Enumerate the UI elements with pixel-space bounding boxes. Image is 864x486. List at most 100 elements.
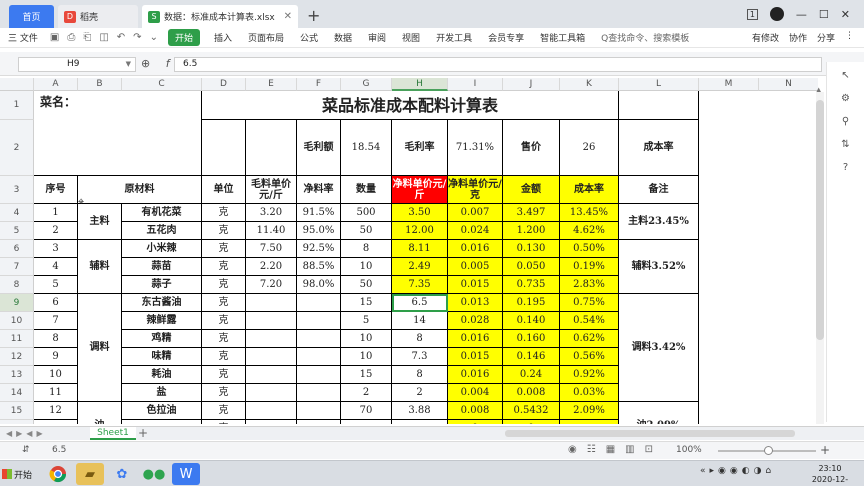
header-net-price-ke[interactable]: 净料单价元/克 [448,176,503,204]
category-aux[interactable]: 辅料 [78,240,122,294]
price-label[interactable]: 售价 [503,120,560,176]
app3-icon[interactable]: ✿ [108,463,136,485]
note-oil[interactable]: 油2.09% [619,402,699,424]
cell-g12[interactable]: 10 [341,348,392,366]
cell-e16[interactable] [246,420,297,424]
cell-i12[interactable]: 0.015 [448,348,503,366]
cell-d14[interactable]: 克 [202,384,246,402]
note-main[interactable]: 主料23.45% [619,204,699,240]
menu-insert[interactable]: 插入 [206,31,240,44]
category-oil[interactable]: 油 [78,402,122,424]
cell-e8[interactable]: 7.20 [246,276,297,294]
cell-a14[interactable]: 11 [34,384,78,402]
cell-k5[interactable]: 4.62% [560,222,619,240]
cell-d13[interactable]: 克 [202,366,246,384]
cell-h11[interactable]: 8 [392,330,448,348]
cell-a10[interactable]: 7 [34,312,78,330]
cell-a15[interactable]: 12 [34,402,78,420]
name-box[interactable]: H9 ▼ [18,57,136,72]
cell-c15[interactable]: 色拉油 [122,402,202,420]
cell-d4[interactable]: 克 [202,204,246,222]
cell-c12[interactable]: 味精 [122,348,202,366]
cell-k13[interactable]: 0.92% [560,366,619,384]
column-header-c[interactable]: C [122,78,202,91]
cell-e13[interactable] [246,366,297,384]
select-all-corner[interactable] [0,78,34,91]
gross-margin-value[interactable]: 71.31% [448,120,503,176]
cell-c10[interactable]: 辣鲜露 [122,312,202,330]
cost-rate-label[interactable]: 成本率 [619,120,699,176]
cell-j8[interactable]: 0.735 [503,276,560,294]
header-net-price-jin[interactable]: 净料单价元/斤 [392,176,448,204]
tab-home[interactable]: 首页 [9,5,54,28]
cell-k16[interactable] [560,420,619,424]
category-seasoning[interactable]: 调料 [78,294,122,402]
cell-k11[interactable]: 0.62% [560,330,619,348]
row-header-12[interactable]: 12 [0,348,34,366]
cell-h10[interactable]: 14 [392,312,448,330]
collaborate-button[interactable]: 协作 [789,31,807,44]
cell-i16[interactable]: 0 [448,420,503,424]
chevron-down-icon[interactable]: ▼ [126,58,131,71]
cell-j9[interactable]: 0.195 [503,294,560,312]
cell-f9[interactable] [297,294,341,312]
cell-f6[interactable]: 92.5% [297,240,341,258]
cell-f10[interactable] [297,312,341,330]
horizontal-scrollbar[interactable] [505,430,795,437]
cell-g14[interactable]: 2 [341,384,392,402]
cell-j6[interactable]: 0.130 [503,240,560,258]
header-net-rate[interactable]: 净料率 [297,176,341,204]
column-header-h[interactable]: H [392,78,448,91]
cell-a12[interactable]: 9 [34,348,78,366]
cell-k7[interactable]: 0.19% [560,258,619,276]
cell-l1[interactable] [619,91,699,120]
active-cell-h9[interactable]: 6.5 [392,294,448,312]
cell-a11[interactable]: 8 [34,330,78,348]
menu-data[interactable]: 数据 [326,31,360,44]
cell-g15[interactable]: 70 [341,402,392,420]
cell-j13[interactable]: 0.24 [503,366,560,384]
menu-view[interactable]: 视图 [394,31,428,44]
cell-j5[interactable]: 1.200 [503,222,560,240]
vertical-scroll-thumb[interactable] [816,100,824,340]
cell-f16[interactable] [297,420,341,424]
cell-g4[interactable]: 500 [341,204,392,222]
column-header-f[interactable]: F [297,78,341,91]
cell-f11[interactable] [297,330,341,348]
cell-g10[interactable]: 5 [341,312,392,330]
cell-e9[interactable] [246,294,297,312]
cell-g8[interactable]: 50 [341,276,392,294]
menu-member[interactable]: 会员专享 [480,31,532,44]
cell-c16[interactable] [122,420,202,424]
header-gross-price[interactable]: 毛料单价元/斤 [246,176,297,204]
cell-e11[interactable] [246,330,297,348]
view-mode-icons[interactable]: ◉☷▦▥⊡ [568,444,663,455]
cell-c5[interactable]: 五花肉 [122,222,202,240]
cell-c7[interactable]: 蒜苗 [122,258,202,276]
share-button[interactable]: 分享 [817,31,835,44]
cell-h12[interactable]: 7.3 [392,348,448,366]
column-header-i[interactable]: I [448,78,503,91]
cell-h14[interactable]: 2 [392,384,448,402]
cell-k4[interactable]: 13.45% [560,204,619,222]
header-cost-rate[interactable]: 成本率 [560,176,619,204]
cell-i11[interactable]: 0.016 [448,330,503,348]
export-icon[interactable]: ⎙ [63,32,79,43]
macro-icon[interactable]: ⇵ [22,445,30,455]
wechat-app-icon[interactable]: ●● [140,463,168,485]
menu-review[interactable]: 审阅 [360,31,394,44]
row-header-15[interactable]: 15 [0,402,34,420]
cell-f5[interactable]: 95.0% [297,222,341,240]
cell-d16[interactable]: 克 [202,420,246,424]
cell-i14[interactable]: 0.004 [448,384,503,402]
cell-i9[interactable]: 0.013 [448,294,503,312]
cell-h7[interactable]: 2.49 [392,258,448,276]
column-header-a[interactable]: A [34,78,78,91]
cell-j12[interactable]: 0.146 [503,348,560,366]
cell-j11[interactable]: 0.160 [503,330,560,348]
cell-d12[interactable]: 克 [202,348,246,366]
formula-input[interactable]: 6.5 [174,57,822,72]
cell-e14[interactable] [246,384,297,402]
cell-h15[interactable]: 3.88 [392,402,448,420]
cell-i15[interactable]: 0.008 [448,402,503,420]
